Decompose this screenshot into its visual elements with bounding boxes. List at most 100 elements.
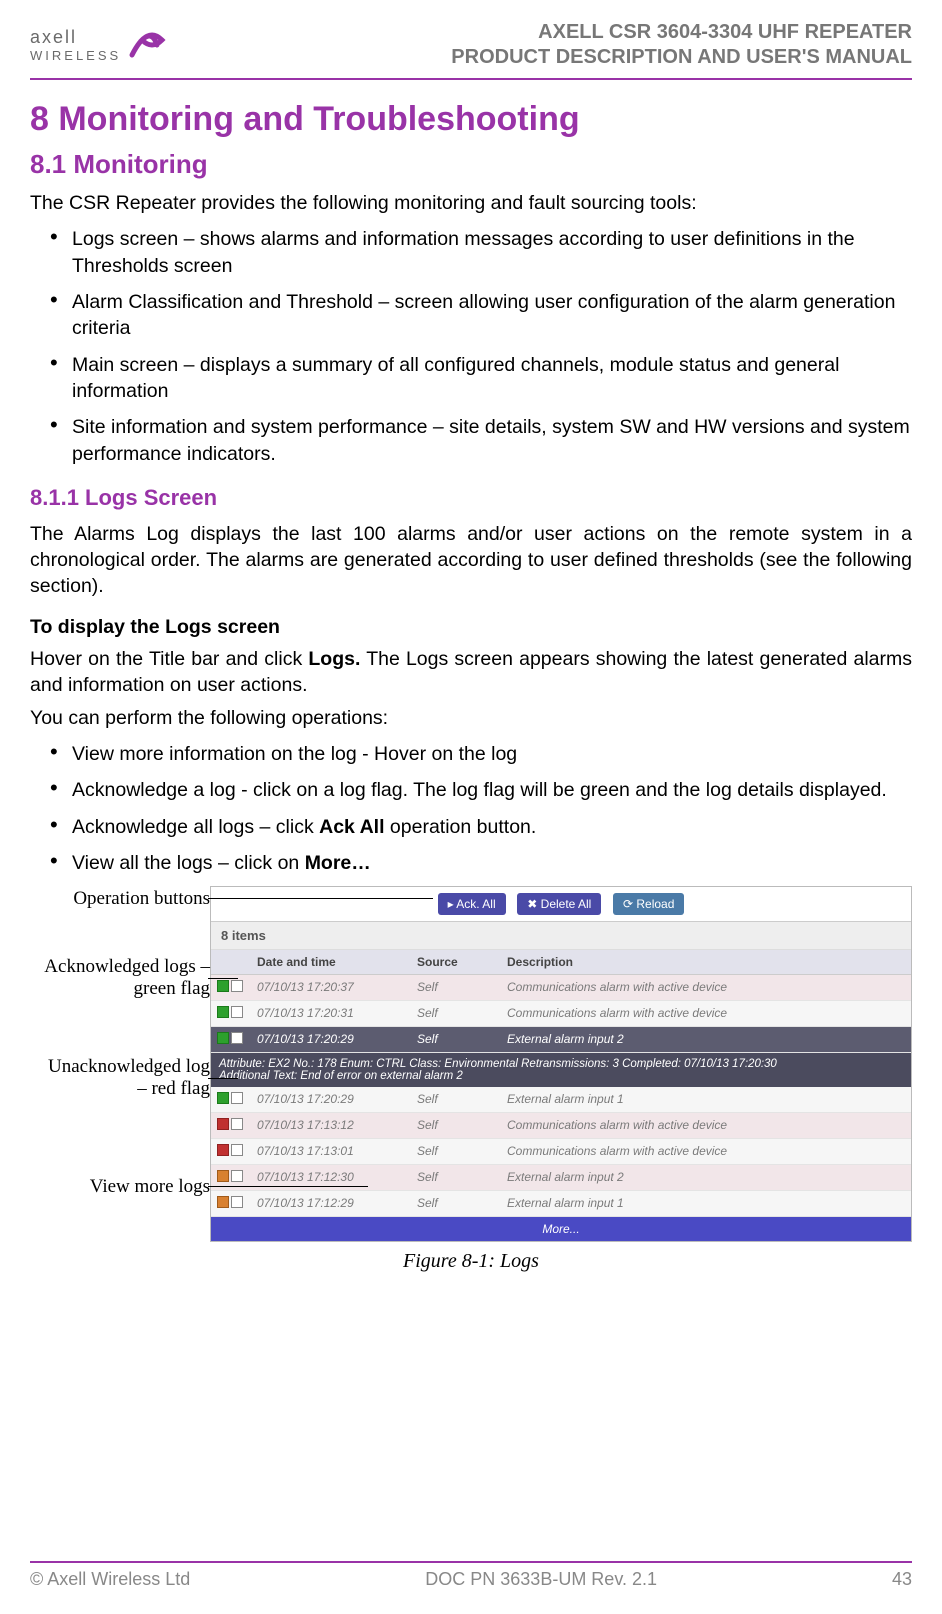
col-desc: Description: [501, 950, 911, 974]
para-811-3: You can perform the following operations…: [30, 705, 912, 731]
footer-right: 43: [892, 1569, 912, 1590]
subhead-display-logs: To display the Logs screen: [30, 614, 912, 640]
cell-desc: External alarm input 2: [501, 1165, 911, 1190]
cell-source: Self: [411, 1191, 501, 1216]
log-flag-icon[interactable]: [217, 1170, 243, 1182]
cell-date: 07/10/13 17:20:29: [251, 1087, 411, 1112]
cell-desc: External alarm input 2: [501, 1027, 911, 1052]
callout-view-more: View more logs: [35, 1176, 210, 1198]
more-button[interactable]: More...: [211, 1217, 911, 1241]
cell-source: Self: [411, 975, 501, 1000]
cell-date: 07/10/13 17:13:01: [251, 1139, 411, 1164]
log-flag-icon[interactable]: [217, 1144, 243, 1156]
connector-line: [208, 978, 238, 979]
item-count: 8 items: [211, 922, 911, 950]
para-811-2a: Hover on the Title bar and click: [30, 648, 308, 670]
table-row[interactable]: 07/10/13 17:20:37SelfCommunications alar…: [211, 975, 911, 1001]
log-flag-icon[interactable]: [217, 1196, 243, 1208]
delete-all-button[interactable]: ✖ Delete All: [517, 893, 601, 915]
ack-all-button[interactable]: ▸ Ack. All: [438, 893, 506, 915]
table-row[interactable]: 07/10/13 17:12:29SelfExternal alarm inpu…: [211, 1191, 911, 1217]
table-row[interactable]: 07/10/13 17:12:30SelfExternal alarm inpu…: [211, 1165, 911, 1191]
li3-pre: Acknowledge all logs – click: [72, 816, 319, 838]
log-flag-icon[interactable]: [217, 1092, 243, 1104]
cell-date: 07/10/13 17:20:31: [251, 1001, 411, 1026]
attr-line2: Additional Text: End of error on externa…: [219, 1070, 903, 1082]
reload-button[interactable]: ⟳ Reload: [613, 893, 684, 915]
table-row[interactable]: 07/10/13 17:13:01SelfCommunications alar…: [211, 1139, 911, 1165]
page-footer: © Axell Wireless Ltd DOC PN 3633B-UM Rev…: [30, 1561, 912, 1590]
logs-table-header: Date and time Source Description: [211, 950, 911, 975]
figure-callouts: Operation buttons Acknowledged logs – gr…: [30, 886, 210, 1206]
connector-line: [208, 1186, 368, 1187]
cell-date: 07/10/13 17:13:12: [251, 1113, 411, 1138]
doc-title-line1: AXELL CSR 3604-3304 UHF REPEATER: [451, 20, 912, 45]
figure-caption: Figure 8-1: Logs: [30, 1250, 912, 1273]
table-row[interactable]: 07/10/13 17:20:29SelfExternal alarm inpu…: [211, 1027, 911, 1053]
logs-toolbar: ▸ Ack. All ✖ Delete All ⟳ Reload: [211, 887, 911, 922]
cell-date: 07/10/13 17:20:29: [251, 1027, 411, 1052]
attr-line1: Attribute: EX2 No.: 178 Enum: CTRL Class…: [219, 1058, 903, 1070]
cell-source: Self: [411, 1113, 501, 1138]
col-flag: [211, 950, 251, 974]
list-item: Site information and system performance …: [50, 414, 912, 467]
figure-8-1: Operation buttons Acknowledged logs – gr…: [30, 886, 912, 1242]
callout-ack-logs: Acknowledged logs – green flag: [35, 956, 210, 1000]
connector-line: [208, 1078, 238, 1079]
para-811-2bold: Logs.: [308, 648, 360, 670]
footer-left: © Axell Wireless Ltd: [30, 1569, 190, 1590]
cell-desc: Communications alarm with active device: [501, 975, 911, 1000]
callout-unack-log: Unacknowledged log – red flag: [35, 1056, 210, 1100]
intro-para: The CSR Repeater provides the following …: [30, 190, 912, 216]
list-item: Logs screen – shows alarms and informati…: [50, 226, 912, 279]
footer-center: DOC PN 3633B-UM Rev. 2.1: [425, 1569, 657, 1590]
log-flag-icon[interactable]: [217, 1118, 243, 1130]
page-header: axell WIRELESS AXELL CSR 3604-3304 UHF R…: [30, 20, 912, 80]
cell-desc: Communications alarm with active device: [501, 1113, 911, 1138]
cell-desc: Communications alarm with active device: [501, 1001, 911, 1026]
table-row[interactable]: 07/10/13 17:20:29SelfExternal alarm inpu…: [211, 1087, 911, 1113]
bullet-list-811: View more information on the log - Hover…: [30, 741, 912, 876]
col-source: Source: [411, 950, 501, 974]
logo-brand: axell: [30, 27, 121, 48]
li3-bold: Ack All: [319, 816, 384, 838]
li4-pre: View all the logs – click on: [72, 852, 305, 874]
col-date: Date and time: [251, 950, 411, 974]
logo-text-block: axell WIRELESS: [30, 27, 121, 63]
list-item: Alarm Classification and Threshold – scr…: [50, 289, 912, 342]
cell-desc: Communications alarm with active device: [501, 1139, 911, 1164]
log-flag-icon[interactable]: [217, 1006, 243, 1018]
para-811-1: The Alarms Log displays the last 100 ala…: [30, 521, 912, 600]
list-item: View all the logs – click on More…: [50, 850, 912, 876]
delete-all-label: Delete All: [541, 897, 592, 911]
list-item: Acknowledge all logs – click Ack All ope…: [50, 814, 912, 840]
li3-post: operation button.: [385, 816, 537, 838]
log-flag-icon[interactable]: [217, 980, 243, 992]
ack-all-label: Ack. All: [456, 897, 495, 911]
log-flag-icon[interactable]: [217, 1032, 243, 1044]
heading-8: 8 Monitoring and Troubleshooting: [30, 100, 912, 139]
cell-source: Self: [411, 1027, 501, 1052]
para-811-2: Hover on the Title bar and click Logs. T…: [30, 646, 912, 699]
list-item: Main screen – displays a summary of all …: [50, 352, 912, 405]
callout-operation-buttons: Operation buttons: [35, 888, 210, 910]
table-row[interactable]: 07/10/13 17:20:31SelfCommunications alar…: [211, 1001, 911, 1027]
bullet-list-81: Logs screen – shows alarms and informati…: [30, 226, 912, 467]
cell-source: Self: [411, 1165, 501, 1190]
cell-date: 07/10/13 17:12:29: [251, 1191, 411, 1216]
log-attribute-detail: Attribute: EX2 No.: 178 Enum: CTRL Class…: [211, 1053, 911, 1087]
cell-source: Self: [411, 1139, 501, 1164]
cell-source: Self: [411, 1001, 501, 1026]
logo: axell WIRELESS: [30, 20, 167, 69]
list-item: Acknowledge a log - click on a log flag.…: [50, 777, 912, 803]
cell-source: Self: [411, 1087, 501, 1112]
list-item: View more information on the log - Hover…: [50, 741, 912, 767]
reload-label: Reload: [636, 897, 674, 911]
table-row[interactable]: 07/10/13 17:13:12SelfCommunications alar…: [211, 1113, 911, 1139]
connector-line: [208, 898, 433, 899]
cell-desc: External alarm input 1: [501, 1087, 911, 1112]
cell-date: 07/10/13 17:20:37: [251, 975, 411, 1000]
heading-8-1-1: 8.1.1 Logs Screen: [30, 485, 912, 511]
doc-title-line2: PRODUCT DESCRIPTION AND USER'S MANUAL: [451, 45, 912, 70]
cell-desc: External alarm input 1: [501, 1191, 911, 1216]
